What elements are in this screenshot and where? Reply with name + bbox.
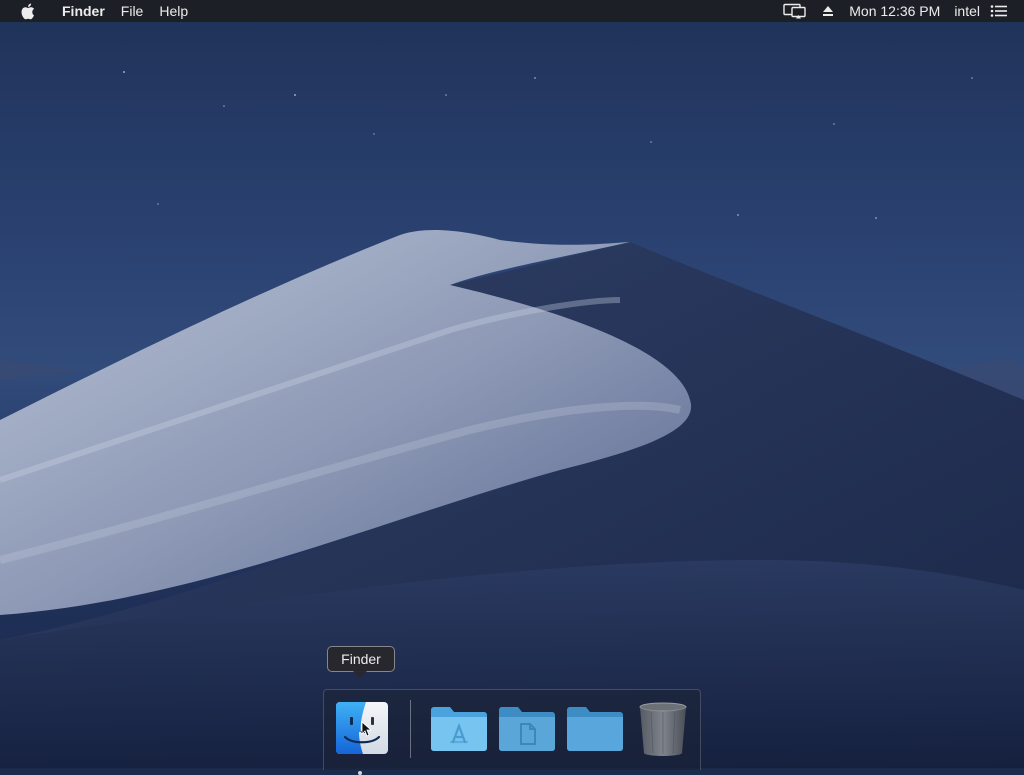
dock-item-documents[interactable]: [497, 698, 557, 758]
menu-bar-left: Finder File Help: [0, 0, 196, 22]
documents-folder-icon: [499, 707, 555, 751]
apple-icon[interactable]: [20, 0, 36, 22]
eject-icon[interactable]: [821, 0, 835, 22]
menu-file[interactable]: File: [113, 0, 152, 22]
desktop-wallpaper: [0, 0, 1024, 768]
dock: [323, 689, 701, 775]
dock-tooltip-arrow: [352, 670, 368, 678]
finder-icon: [336, 702, 388, 754]
dock-item-trash[interactable]: [633, 698, 693, 758]
airplay-display-icon[interactable]: [783, 0, 807, 22]
menu-app-name[interactable]: Finder: [54, 0, 113, 22]
trash-icon: [639, 702, 687, 756]
menu-bar-status-area: Mon 12:36 PM intel: [783, 0, 1024, 22]
applications-folder-icon: [431, 707, 487, 751]
menu-help[interactable]: Help: [151, 0, 196, 22]
desert-dune-image: [0, 71, 1024, 768]
menu-user-name[interactable]: intel: [954, 0, 980, 22]
dock-tooltip: Finder: [327, 646, 395, 672]
menu-clock[interactable]: Mon 12:36 PM: [849, 0, 940, 22]
list-icon[interactable]: [990, 0, 1008, 22]
menu-bar: Finder File Help Mon 12:36 PM intel: [0, 0, 1024, 22]
folder-icon: [567, 707, 623, 751]
running-indicator: [358, 771, 362, 775]
dock-separator: [410, 700, 411, 758]
dock-item-finder[interactable]: [332, 698, 392, 775]
dock-item-applications[interactable]: [429, 698, 489, 758]
dock-item-folder[interactable]: [565, 698, 625, 758]
